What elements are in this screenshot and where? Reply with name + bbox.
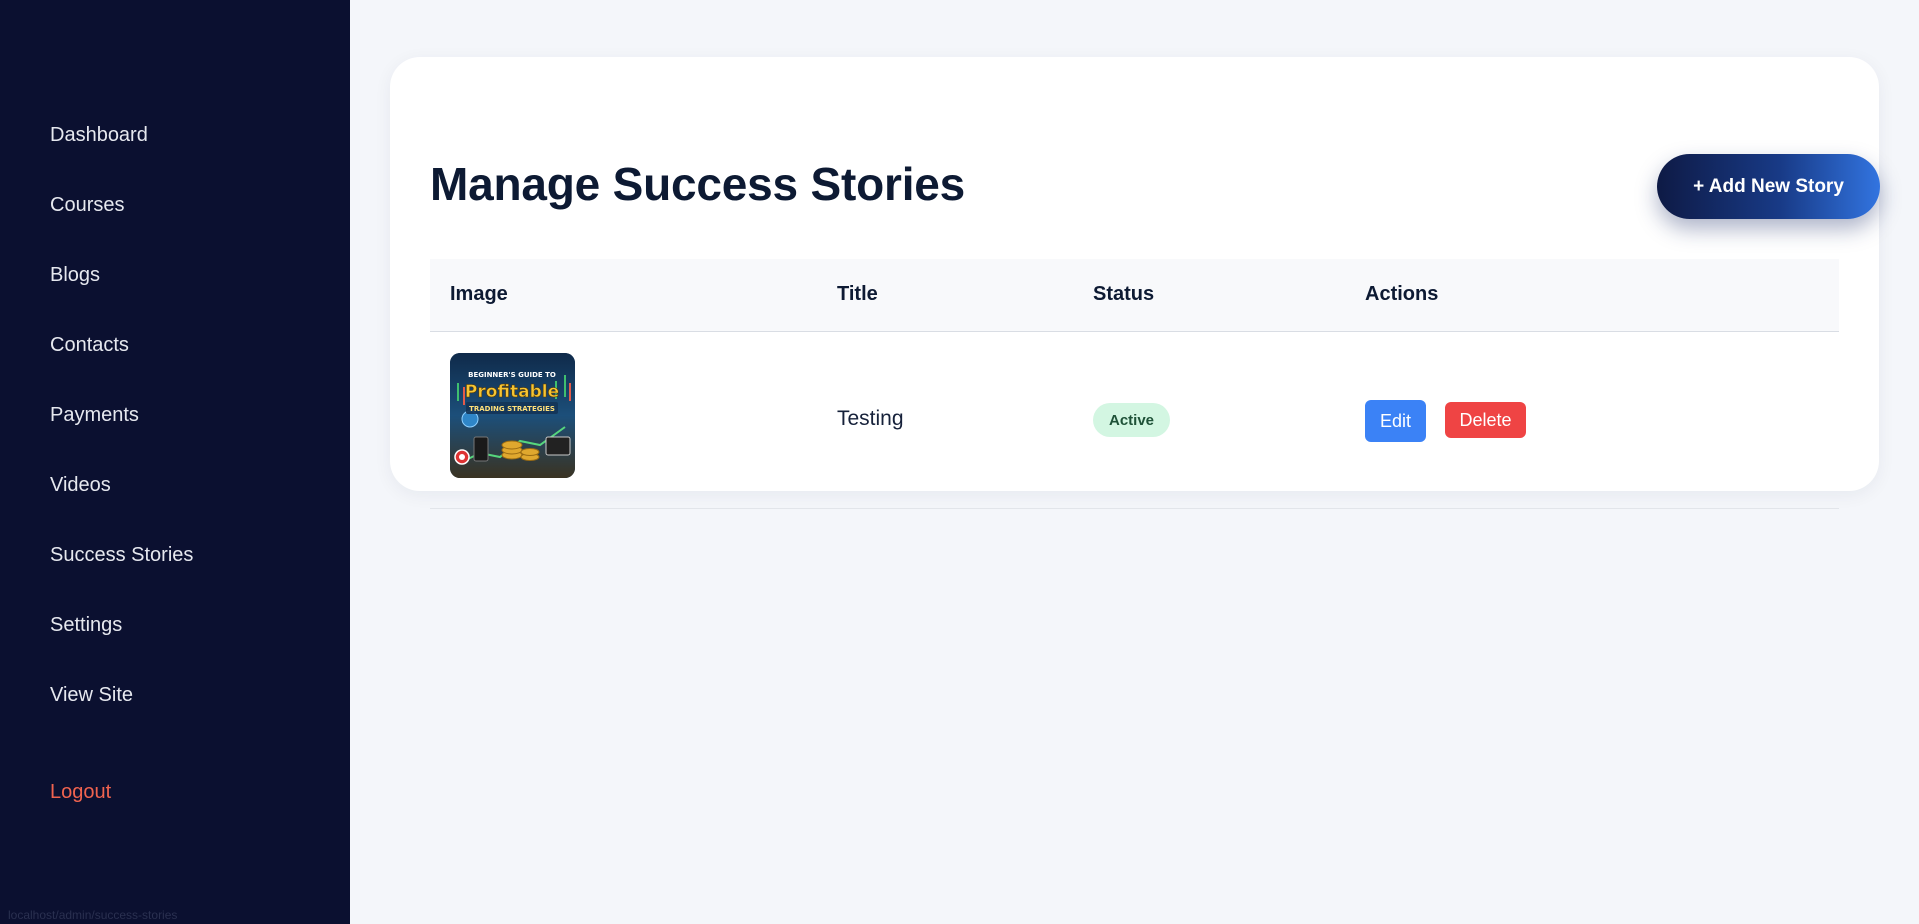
story-thumbnail-image: BEGINNER'S GUIDE TO Profitable TRADING S…: [450, 353, 575, 478]
app-root: Dashboard Courses Blogs Contacts Payment…: [0, 0, 1919, 924]
stories-table: Image Title Status Actions BEGINNER'S GU…: [430, 259, 1839, 509]
edit-button[interactable]: Edit: [1365, 400, 1426, 442]
thumbnail-text-sub: TRADING STRATEGIES: [469, 405, 555, 413]
story-title: Testing: [837, 407, 904, 430]
column-header-status: Status: [1093, 283, 1155, 305]
add-new-story-button[interactable]: + Add New Story: [1657, 154, 1880, 219]
sidebar-item-contacts[interactable]: Contacts: [50, 334, 129, 357]
column-header-actions: Actions: [1365, 283, 1439, 305]
sidebar-item-payments[interactable]: Payments: [50, 404, 139, 427]
status-bar-url: localhost/admin/success-stories: [8, 908, 178, 922]
main-content: Manage Success Stories + Add New Story I…: [350, 0, 1919, 924]
sidebar: Dashboard Courses Blogs Contacts Payment…: [0, 0, 350, 924]
sidebar-item-courses[interactable]: Courses: [50, 194, 124, 217]
sidebar-item-dashboard[interactable]: Dashboard: [50, 124, 148, 147]
sidebar-item-videos[interactable]: Videos: [50, 474, 111, 497]
table-header: Image Title Status Actions: [430, 259, 1839, 332]
page-title: Manage Success Stories: [430, 158, 966, 210]
thumbnail-text-main: Profitable: [465, 382, 559, 402]
sidebar-item-view-site[interactable]: View Site: [50, 684, 133, 707]
sidebar-item-blogs[interactable]: Blogs: [50, 264, 100, 287]
sidebar-item-success-stories[interactable]: Success Stories: [50, 544, 193, 567]
logout-link[interactable]: Logout: [50, 781, 111, 804]
stories-card: Manage Success Stories + Add New Story I…: [390, 57, 1880, 509]
table-row: BEGINNER'S GUIDE TO Profitable TRADING S…: [430, 332, 1839, 509]
column-header-title: Title: [837, 283, 878, 305]
sidebar-item-settings[interactable]: Settings: [50, 614, 122, 637]
delete-button[interactable]: Delete: [1445, 402, 1526, 438]
thumbnail-text-top: BEGINNER'S GUIDE TO: [468, 371, 556, 379]
story-thumbnail: BEGINNER'S GUIDE TO Profitable TRADING S…: [450, 353, 575, 478]
status-badge: Active: [1093, 403, 1170, 437]
column-header-image: Image: [450, 283, 508, 305]
